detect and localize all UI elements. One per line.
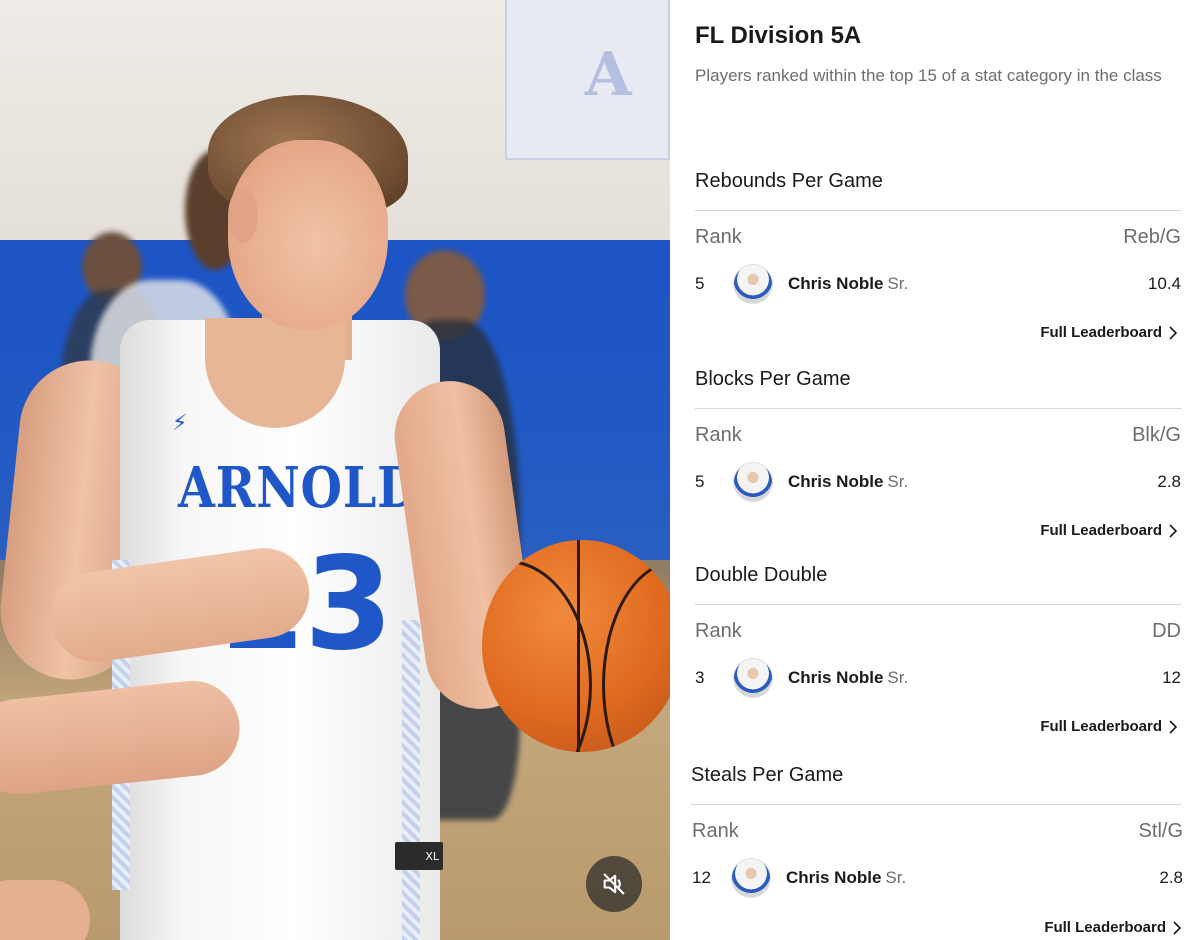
player-name[interactable]: Chris Noble [786, 868, 881, 887]
stat-header: Stl/G [1138, 820, 1183, 842]
stat-value: 2.8 [1159, 868, 1183, 887]
divider [695, 408, 1181, 409]
full-leaderboard-link[interactable]: Full Leaderboard [1040, 522, 1177, 539]
jersey-size-tag: XL [395, 842, 443, 870]
full-leaderboard-label[interactable]: Full Leaderboard [1040, 718, 1162, 735]
player-name[interactable]: Chris Noble [788, 472, 883, 491]
player-avatar [733, 264, 773, 304]
ball-seam [482, 560, 592, 752]
player-class: Sr. [887, 274, 909, 293]
player-class: Sr. [885, 868, 907, 887]
jordan-logo-icon: ⚡ [172, 410, 188, 435]
player-avatar [733, 658, 773, 698]
chevron-right-icon [1169, 523, 1177, 538]
stat-value: 10.4 [1147, 274, 1181, 293]
player-rank: 5 [695, 472, 705, 491]
jersey-name: ARNOLD [178, 455, 420, 521]
full-leaderboard-label[interactable]: Full Leaderboard [1044, 919, 1166, 936]
full-leaderboard-link[interactable]: Full Leaderboard [1040, 324, 1177, 341]
basketball [482, 540, 670, 752]
stat-value: 12 [1162, 668, 1181, 687]
divider [695, 210, 1181, 211]
player-name-link[interactable]: Chris Noble Sr. [788, 472, 908, 492]
player-rank: 12 [692, 868, 711, 887]
chevron-right-icon [1169, 719, 1177, 734]
divider [695, 604, 1181, 605]
stat-header: Reb/G [1123, 226, 1181, 248]
mute-button[interactable] [586, 856, 642, 912]
stat-value: 2.8 [1157, 472, 1181, 491]
divider [691, 804, 1181, 805]
player-avatar [731, 858, 771, 898]
player-ear [228, 188, 258, 243]
player-name-link[interactable]: Chris Noble Sr. [788, 274, 908, 294]
stats-panel: FL Division 5A Players ranked within the… [670, 0, 1200, 940]
chevron-right-icon [1173, 920, 1181, 935]
section-title: Rebounds Per Game [695, 170, 883, 192]
player-rank: 3 [695, 668, 705, 687]
full-leaderboard-link[interactable]: Full Leaderboard [1040, 718, 1177, 735]
player-photo: A ⚡ ARNOLD 13 XL [0, 0, 670, 940]
player-rank: 5 [695, 274, 705, 293]
section-title: Blocks Per Game [695, 368, 851, 390]
rank-header: Rank [695, 620, 742, 642]
player-name-link[interactable]: Chris Noble Sr. [788, 668, 908, 688]
player-class: Sr. [887, 472, 909, 491]
player-name[interactable]: Chris Noble [788, 274, 883, 293]
ball-seam [577, 540, 580, 752]
full-leaderboard-label[interactable]: Full Leaderboard [1040, 522, 1162, 539]
player-class: Sr. [887, 668, 909, 687]
player-name[interactable]: Chris Noble [788, 668, 883, 687]
chevron-right-icon [1169, 325, 1177, 340]
full-leaderboard-label[interactable]: Full Leaderboard [1040, 324, 1162, 341]
player-avatar [733, 462, 773, 502]
panel-subtitle: Players ranked within the top 15 of a st… [695, 66, 1162, 85]
ball-seam [602, 560, 670, 752]
rank-header: Rank [695, 226, 742, 248]
player-name-link[interactable]: Chris Noble Sr. [786, 868, 906, 888]
stat-header: Blk/G [1132, 424, 1181, 446]
panel-title: FL Division 5A [695, 22, 862, 49]
section-title: Double Double [695, 564, 828, 586]
full-leaderboard-link[interactable]: Full Leaderboard [1044, 919, 1181, 936]
stat-header: DD [1152, 620, 1181, 642]
speaker-muted-icon [603, 873, 625, 895]
rank-header: Rank [692, 820, 739, 842]
banner-logo: A [585, 40, 632, 110]
jersey-trim [402, 620, 420, 940]
rank-header: Rank [695, 424, 742, 446]
section-title: Steals Per Game [691, 764, 844, 786]
